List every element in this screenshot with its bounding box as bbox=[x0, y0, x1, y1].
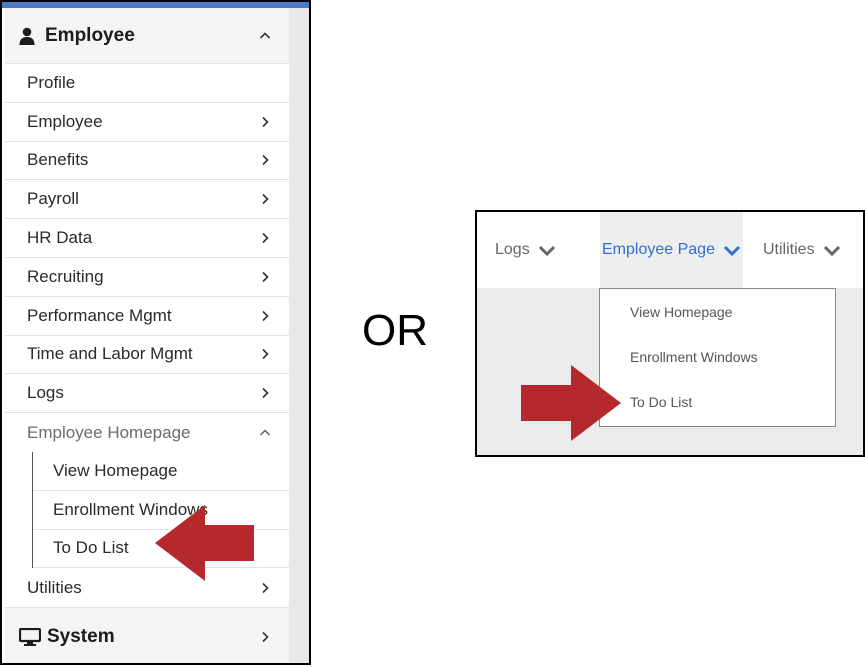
dropdown-item-to-do-list[interactable]: To Do List bbox=[630, 394, 692, 410]
submenu-item-label: To Do List bbox=[53, 538, 129, 558]
sidebar-panel: Employee Profile Employee Benefits Payro… bbox=[0, 0, 311, 665]
sidebar-item-label: Logs bbox=[27, 383, 64, 403]
chevron-up-icon bbox=[259, 427, 271, 439]
chevron-up-icon[interactable] bbox=[259, 30, 271, 42]
sidebar-item-time-and-labor-mgmt[interactable]: Time and Labor Mgmt bbox=[5, 336, 289, 375]
employee-page-dropdown: View Homepage Enrollment Windows To Do L… bbox=[599, 288, 836, 427]
sidebar-item-label: Employee Homepage bbox=[27, 422, 191, 442]
chevron-right-icon bbox=[259, 310, 271, 322]
sidebar-item-benefits[interactable]: Benefits bbox=[5, 142, 289, 181]
chevron-right-icon bbox=[259, 387, 271, 399]
sidebar-item-performance-mgmt[interactable]: Performance Mgmt bbox=[5, 297, 289, 336]
dropdown-item-enrollment-windows[interactable]: Enrollment Windows bbox=[630, 349, 758, 365]
chevron-down-icon bbox=[823, 244, 841, 256]
sidebar-scroll-strip bbox=[289, 8, 309, 663]
sidebar-item-label: Performance Mgmt bbox=[27, 305, 172, 325]
chevron-right-icon bbox=[259, 348, 271, 360]
sidebar-item-label: Recruiting bbox=[27, 266, 104, 286]
top-navbar: Logs Employee Page Utilities bbox=[477, 212, 863, 288]
nav-item-label: Logs bbox=[495, 241, 530, 258]
top-nav-panel: Logs Employee Page Utilities View Homepa… bbox=[475, 210, 865, 457]
chevron-right-icon bbox=[259, 232, 271, 244]
chevron-right-icon bbox=[259, 582, 271, 594]
nav-item-label: Employee Page bbox=[602, 241, 715, 258]
sidebar-item-hr-data[interactable]: HR Data bbox=[5, 219, 289, 258]
sidebar-item-label: Payroll bbox=[27, 189, 79, 209]
nav-item-label: Utilities bbox=[763, 241, 815, 258]
sidebar-item-label: Utilities bbox=[27, 577, 82, 597]
sidebar-item-label: Time and Labor Mgmt bbox=[27, 344, 193, 364]
chevron-right-icon bbox=[259, 271, 271, 283]
red-arrow-right-icon bbox=[521, 365, 621, 441]
section-header-system[interactable]: System bbox=[5, 607, 289, 663]
nav-item-utilities[interactable]: Utilities bbox=[763, 212, 841, 288]
red-arrow-left-icon bbox=[155, 505, 254, 581]
monitor-icon bbox=[19, 627, 41, 646]
sidebar-item-profile[interactable]: Profile bbox=[5, 64, 289, 103]
chevron-down-icon bbox=[723, 244, 741, 256]
section-header-label: Employee bbox=[45, 24, 135, 46]
chevron-right-icon bbox=[259, 116, 271, 128]
section-header-label: System bbox=[47, 625, 115, 647]
sidebar-item-recruiting[interactable]: Recruiting bbox=[5, 258, 289, 297]
sidebar-item-logs[interactable]: Logs bbox=[5, 374, 289, 414]
chevron-down-icon bbox=[538, 244, 556, 256]
submenu-item-view-homepage[interactable]: View Homepage bbox=[33, 452, 289, 491]
nav-item-logs[interactable]: Logs bbox=[495, 212, 556, 288]
sidebar-item-payroll[interactable]: Payroll bbox=[5, 180, 289, 220]
chevron-right-icon bbox=[259, 631, 271, 643]
chevron-right-icon bbox=[259, 154, 271, 166]
chevron-right-icon bbox=[259, 193, 271, 205]
or-separator: OR bbox=[362, 306, 428, 355]
dropdown-item-view-homepage[interactable]: View Homepage bbox=[630, 304, 732, 320]
nav-item-employee-page[interactable]: Employee Page bbox=[600, 212, 743, 288]
sidebar-item-label: Profile bbox=[27, 72, 76, 92]
user-icon bbox=[19, 27, 37, 45]
sidebar-item-label: Employee bbox=[27, 111, 103, 131]
submenu-item-label: View Homepage bbox=[53, 460, 178, 480]
section-header-employee[interactable]: Employee bbox=[5, 8, 289, 64]
sidebar-item-label: HR Data bbox=[27, 228, 93, 248]
sidebar-item-employee[interactable]: Employee bbox=[5, 103, 289, 142]
sidebar-item-label: Benefits bbox=[27, 150, 89, 170]
sidebar-item-employee-homepage[interactable]: Employee Homepage bbox=[5, 413, 289, 452]
